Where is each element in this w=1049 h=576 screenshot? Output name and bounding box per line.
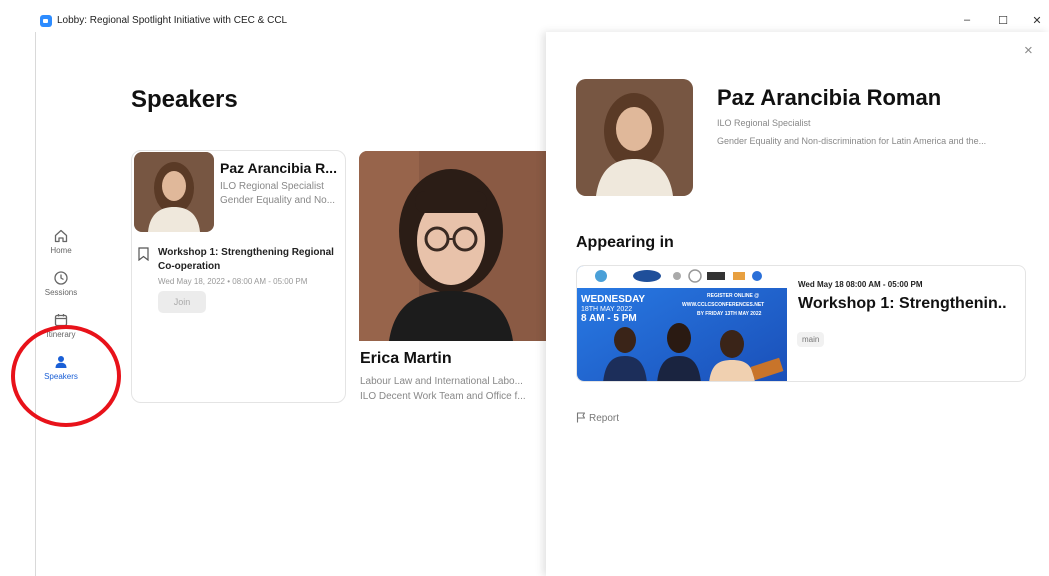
speaker-name[interactable]: Erica Martin	[360, 350, 452, 368]
clock-icon	[54, 271, 68, 285]
speaker-name: Paz Arancibia R...	[220, 160, 337, 176]
speaker-photo	[134, 152, 214, 232]
nav-label: Sessions	[44, 288, 78, 297]
nav-label: Home	[50, 246, 72, 255]
report-link[interactable]: Report	[576, 412, 619, 424]
speaker-role: Labour Law and International Labo...	[360, 376, 523, 387]
banner-register-1: REGISTER ONLINE @	[707, 293, 759, 299]
banner-register-2: WWW.CCLCSCONFERENCES.NET	[682, 302, 764, 308]
close-panel-button[interactable]: ×	[1024, 42, 1033, 59]
bookmark-icon[interactable]	[138, 247, 149, 261]
session-tag: main	[797, 332, 825, 347]
close-window-button[interactable]: ✕	[1030, 14, 1044, 27]
banner-day: WEDNESDAY	[581, 294, 645, 305]
nav-item-home[interactable]: Home	[36, 228, 86, 255]
speaker-role: ILO Regional Specialist	[717, 118, 811, 128]
session-time: Wed May 18, 2022 • 08:00 AM - 05:00 PM	[158, 277, 308, 286]
speaker-description: ILO Decent Work Team and Office f...	[360, 391, 526, 402]
speaker-photo	[576, 79, 693, 196]
page-title: Speakers	[131, 86, 238, 113]
speaker-photo-image	[576, 79, 693, 196]
session-time: Wed May 18 08:00 AM - 05:00 PM	[798, 280, 923, 289]
speaker-card[interactable]: Paz Arancibia R... ILO Regional Speciali…	[131, 150, 346, 403]
join-button[interactable]: Join	[158, 291, 206, 313]
speaker-photo-image	[359, 151, 547, 341]
appearing-in-heading: Appearing in	[576, 234, 674, 251]
home-icon	[54, 229, 68, 243]
speaker-name: Paz Arancibia Roman	[717, 85, 942, 110]
maximize-button[interactable]: ☐	[996, 14, 1010, 27]
speaker-photo-image	[134, 152, 214, 232]
report-label: Report	[589, 413, 620, 424]
app-window: Lobby: Regional Spotlight Initiative wit…	[0, 0, 1049, 576]
speaker-description: Gender Equality and No...	[220, 195, 336, 206]
session-banner-image: WEDNESDAY 18TH MAY 2022 8 AM - 5 PM REGI…	[577, 266, 787, 381]
zoom-logo-icon	[40, 15, 52, 27]
speaker-photo[interactable]	[359, 151, 547, 341]
annotation-circle	[11, 325, 121, 427]
window-border	[35, 32, 36, 576]
speaker-detail-panel: × Paz Arancibia Roman ILO Regional Speci…	[546, 32, 1049, 576]
nav-item-sessions[interactable]: Sessions	[36, 270, 86, 297]
banner-register-3: BY FRIDAY 13TH MAY 2022	[697, 311, 762, 317]
speaker-description: Gender Equality and Non-discrimination f…	[717, 136, 987, 146]
session-card[interactable]: WEDNESDAY 18TH MAY 2022 8 AM - 5 PM REGI…	[576, 265, 1026, 382]
window-title: Lobby: Regional Spotlight Initiative wit…	[57, 15, 288, 26]
banner-date: 18TH MAY 2022	[581, 306, 632, 313]
minimize-button[interactable]: –	[960, 14, 974, 26]
speaker-role: ILO Regional Specialist	[220, 181, 324, 192]
session-title[interactable]: Workshop 1: Strengthenin..	[798, 295, 1024, 313]
flag-icon	[576, 412, 586, 423]
banner-hours: 8 AM - 5 PM	[581, 313, 637, 324]
session-title[interactable]: Workshop 1: Strengthening Regional Co-op…	[158, 246, 338, 274]
